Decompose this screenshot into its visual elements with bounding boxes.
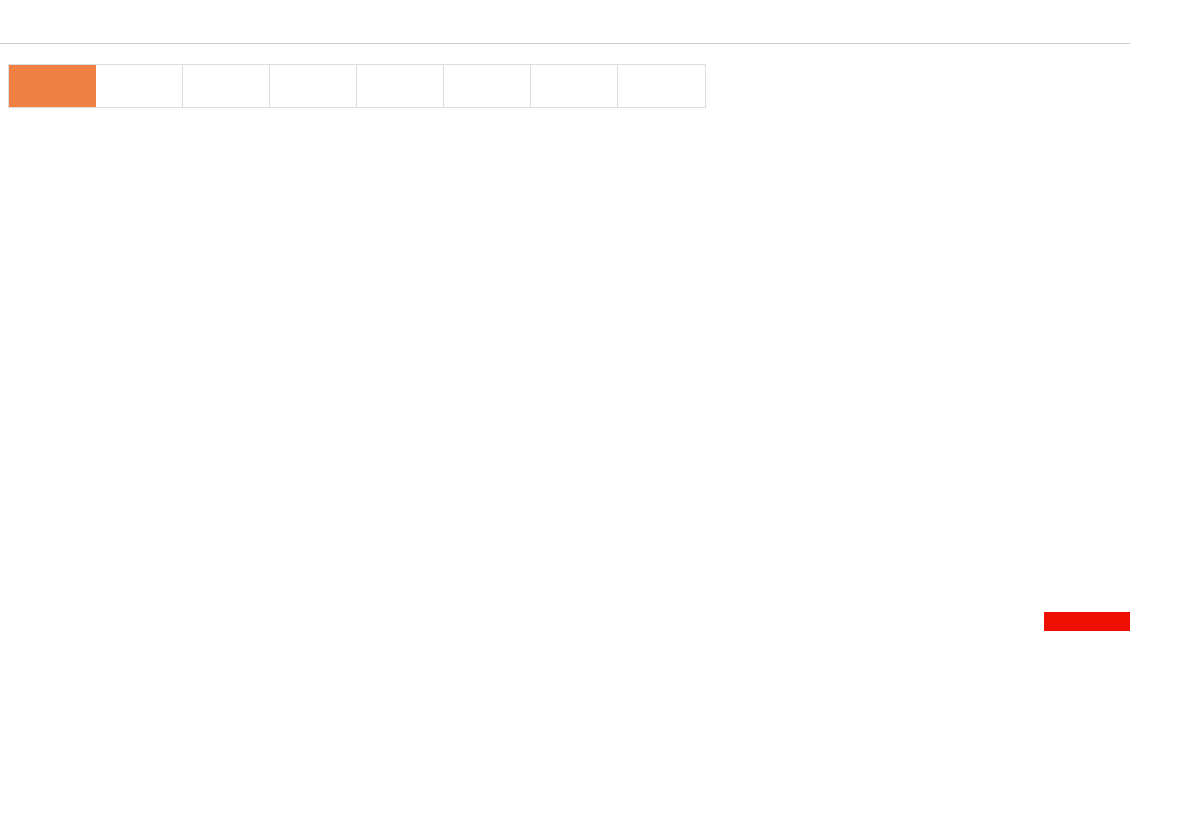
kline-page — [0, 0, 1182, 837]
last-price-tag — [1044, 612, 1130, 631]
kdj-readout — [14, 815, 61, 830]
kline-chart[interactable] — [0, 0, 1182, 837]
macd-readout — [14, 651, 61, 666]
ma-readout — [14, 145, 61, 160]
ohlc-readout — [14, 120, 83, 135]
